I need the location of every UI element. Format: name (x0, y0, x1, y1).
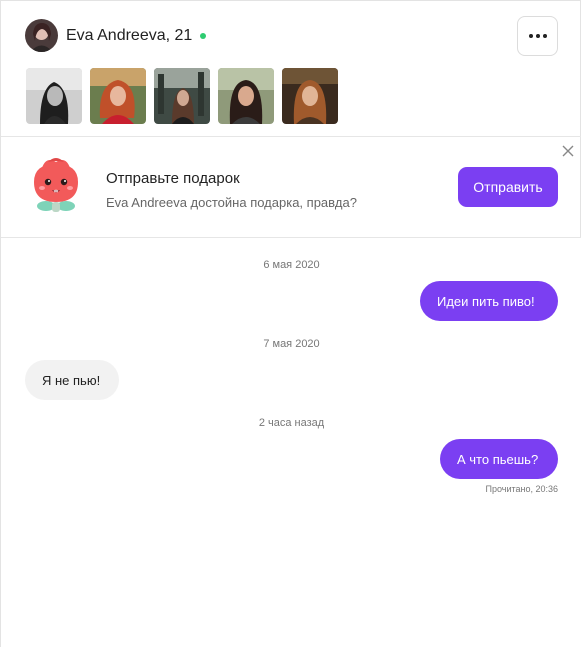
profile-name-line[interactable]: Eva Andreeva, 21 (66, 27, 207, 45)
close-icon[interactable] (561, 144, 575, 158)
date-separator: 2 часа назад (258, 417, 325, 429)
date-separator: 6 мая 2020 (263, 259, 320, 271)
chat-window: Eva Andreeva, 21 Отправьте подарок Eva A… (0, 0, 581, 647)
profile-photo[interactable] (218, 68, 274, 124)
profile-photos (26, 68, 338, 124)
gift-mascot-icon (28, 154, 84, 218)
message-bubble-incoming[interactable]: Я не пью! (25, 360, 119, 400)
profile-name-age[interactable]: Eva Andreeva, 21 (66, 27, 192, 45)
online-status-indicator (200, 33, 207, 39)
profile-photo[interactable] (282, 68, 338, 124)
profile-photo[interactable] (154, 68, 210, 124)
gift-subtitle: Eva Andreeva достойна подарка, правда? (106, 195, 357, 210)
profile-photo[interactable] (26, 68, 82, 124)
more-options-button[interactable] (517, 16, 558, 56)
send-gift-button[interactable]: Отправить (458, 167, 558, 207)
message-bubble-outgoing[interactable]: А что пьешь? (440, 439, 558, 479)
profile-header: Eva Andreeva, 21 (1, 1, 581, 137)
gift-title: Отправьте подарок (106, 170, 240, 187)
message-list: 6 мая 2020 Идеи пить пиво! 7 мая 2020 Я … (1, 238, 581, 647)
date-separator: 7 мая 2020 (263, 338, 320, 350)
profile-photo[interactable] (90, 68, 146, 124)
avatar[interactable] (25, 19, 58, 52)
read-status: Прочитано, 20:36 (485, 484, 558, 494)
more-horizontal-icon (528, 34, 547, 38)
message-bubble-outgoing[interactable]: Идеи пить пиво! (420, 281, 558, 321)
